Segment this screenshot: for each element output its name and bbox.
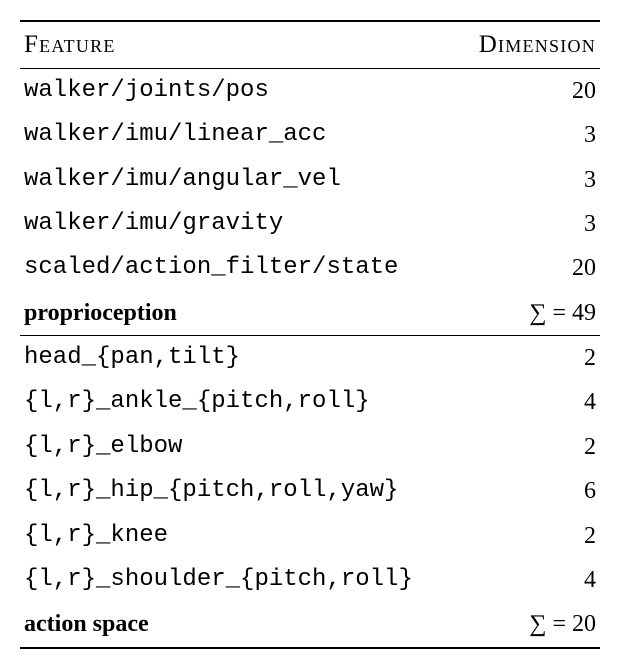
dimension-cell: 6 (461, 469, 600, 513)
feature-cell: walker/joints/pos (20, 68, 461, 113)
dimension-cell: 4 (461, 558, 600, 602)
summary-label: proprioception (20, 291, 461, 336)
col-header-feature: Feature (20, 21, 461, 68)
table-row: walker/imu/linear_acc 3 (20, 113, 600, 157)
summary-label: action space (20, 602, 461, 647)
feature-cell: scaled/action_filter/state (20, 246, 461, 290)
feature-cell: {l,r}_hip_{pitch,roll,yaw} (20, 469, 461, 513)
col-header-dimension: Dimension (461, 21, 600, 68)
summary-row: proprioception ∑ = 49 (20, 291, 600, 336)
table: Feature Dimension walker/joints/pos 20 w… (20, 20, 600, 649)
table-row: scaled/action_filter/state 20 (20, 246, 600, 290)
dimension-cell: 2 (461, 514, 600, 558)
table-row: {l,r}_elbow 2 (20, 425, 600, 469)
table-row: {l,r}_hip_{pitch,roll,yaw} 6 (20, 469, 600, 513)
dimension-cell: 3 (461, 202, 600, 246)
feature-cell: {l,r}_elbow (20, 425, 461, 469)
table-row: walker/imu/gravity 3 (20, 202, 600, 246)
table-header-row: Feature Dimension (20, 21, 600, 68)
feature-cell: walker/imu/angular_vel (20, 158, 461, 202)
feature-cell: walker/imu/linear_acc (20, 113, 461, 157)
summary-row: action space ∑ = 20 (20, 602, 600, 647)
dimension-cell: 4 (461, 380, 600, 424)
feature-cell: {l,r}_shoulder_{pitch,roll} (20, 558, 461, 602)
feature-cell: head_{pan,tilt} (20, 336, 461, 381)
table-row: {l,r}_shoulder_{pitch,roll} 4 (20, 558, 600, 602)
dimension-cell: 2 (461, 425, 600, 469)
dimension-cell: 3 (461, 158, 600, 202)
table-row: {l,r}_ankle_{pitch,roll} 4 (20, 380, 600, 424)
feature-cell: walker/imu/gravity (20, 202, 461, 246)
table-row: walker/imu/angular_vel 3 (20, 158, 600, 202)
dimension-cell: 20 (461, 68, 600, 113)
summary-value: ∑ = 20 (461, 602, 600, 647)
dimension-cell: 3 (461, 113, 600, 157)
dimension-cell: 20 (461, 246, 600, 290)
table-row: {l,r}_knee 2 (20, 514, 600, 558)
summary-value: ∑ = 49 (461, 291, 600, 336)
feature-dimension-table: Feature Dimension walker/joints/pos 20 w… (20, 20, 600, 649)
feature-cell: {l,r}_ankle_{pitch,roll} (20, 380, 461, 424)
table-row: head_{pan,tilt} 2 (20, 336, 600, 381)
dimension-cell: 2 (461, 336, 600, 381)
table-row: walker/joints/pos 20 (20, 68, 600, 113)
feature-cell: {l,r}_knee (20, 514, 461, 558)
